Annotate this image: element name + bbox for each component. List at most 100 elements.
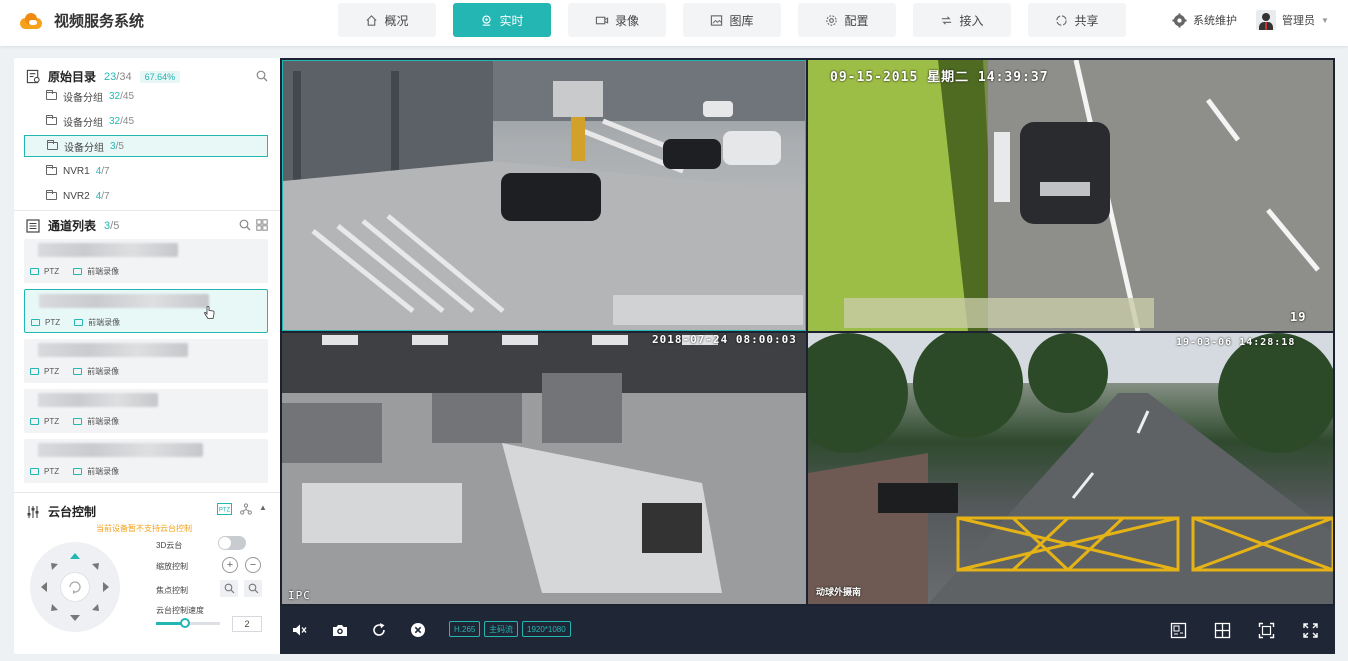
user-menu[interactable]: 管理员 ▼ <box>1256 10 1329 30</box>
fullscreen-button[interactable] <box>1300 620 1320 640</box>
stream-badge[interactable]: 主码流 <box>484 621 518 637</box>
home-icon <box>366 14 378 26</box>
app-title: 视频服务系统 <box>54 13 145 30</box>
directory-title: 原始目录 <box>48 70 97 84</box>
search-icon[interactable] <box>239 219 251 231</box>
ptz-title: 云台控制 <box>48 505 97 519</box>
camera-feed-road <box>808 333 1333 604</box>
left-panel: 原始目录 23/34 67.64% 设备分组 32/45 设备分组 32/45 … <box>14 58 280 654</box>
nav-label: 实时 <box>499 13 524 28</box>
fit-screen-button[interactable] <box>1256 620 1276 640</box>
tree-item-nvr1[interactable]: NVR1 4/7 <box>24 160 268 182</box>
ptz-center-button[interactable] <box>60 572 90 602</box>
top-header: 视频服务系统 概况 实时 录像 图库 配置 接入 共享 系统维护 管理员 ▼ <box>0 0 1348 46</box>
chevron-down-icon: ▼ <box>1321 15 1329 25</box>
camera-icon <box>333 625 347 636</box>
user-name: 管理员 <box>1282 15 1315 27</box>
plus-icon: + <box>226 558 234 571</box>
search-icon[interactable] <box>256 70 268 82</box>
record-tag: 前端录像 <box>88 318 121 327</box>
ptz-mode-icon[interactable]: PTZ <box>217 503 232 515</box>
channel-item[interactable]: PTZ 前端录像 <box>24 439 268 483</box>
redacted-channel-name <box>38 343 188 357</box>
tree-item-group-2[interactable]: 设备分组 32/45 <box>24 110 268 132</box>
gear-icon <box>1172 12 1187 28</box>
nav-item-config[interactable]: 配置 <box>798 3 896 37</box>
ptz-icon <box>30 268 39 275</box>
nav-item-realtime[interactable]: 实时 <box>453 3 551 37</box>
nav-label: 录像 <box>614 13 639 28</box>
record-tag: 前端录像 <box>87 267 120 276</box>
layout-single-button[interactable] <box>1168 620 1188 640</box>
redacted-channel-name <box>39 294 209 308</box>
nav-item-access[interactable]: 接入 <box>913 3 1011 37</box>
redacted-channel-name <box>38 393 158 407</box>
video-camera-icon <box>595 16 609 24</box>
video-cell-3[interactable]: 2018-07-24 08:00:03 IPC <box>282 333 806 604</box>
main-nav: 概况 实时 录像 图库 配置 接入 共享 <box>338 3 1143 37</box>
record-tag: 前端录像 <box>87 367 120 376</box>
video-cell-2[interactable]: 09-15-2015 星期二 14:39:37 19 <box>808 60 1333 331</box>
nav-label: 图库 <box>729 13 754 28</box>
snapshot-button[interactable] <box>330 620 350 640</box>
svg-text:PTZ: PTZ <box>219 508 231 514</box>
nav-item-share[interactable]: 共享 <box>1028 3 1126 37</box>
video-cell-4[interactable]: 19-03-06 14:28:18 动球外摄南 <box>808 333 1333 604</box>
connect-icon <box>942 15 952 25</box>
system-maintenance-button[interactable]: 系统维护 <box>1172 12 1237 28</box>
network-icon[interactable] <box>240 503 252 515</box>
focus-far-button[interactable] <box>244 580 262 597</box>
focus-near-button[interactable] <box>220 580 238 597</box>
folder-icon <box>46 115 57 125</box>
3d-ptz-toggle[interactable] <box>218 536 246 550</box>
collapse-up-icon[interactable]: ▲ <box>259 503 267 512</box>
osd-timestamp: 09-15-2015 星期二 14:39:37 <box>830 70 1049 85</box>
ptz-tag: PTZ <box>44 417 60 426</box>
mute-button[interactable] <box>290 620 310 640</box>
osd-camera-label: IPC <box>288 589 311 602</box>
slider-handle[interactable] <box>179 618 190 628</box>
osd-camera-label: 动球外摄南 <box>816 588 862 598</box>
folder-icon <box>47 140 58 150</box>
channel-item[interactable]: PTZ 前端录像 <box>24 289 268 333</box>
ptz-speed-slider[interactable] <box>156 618 220 628</box>
record-icon <box>73 468 83 475</box>
grid-view-icon[interactable] <box>256 219 268 231</box>
avatar <box>1256 10 1276 30</box>
ptz-icon <box>31 319 40 326</box>
record-icon <box>73 418 83 425</box>
channel-item[interactable]: PTZ 前端录像 <box>24 339 268 383</box>
app-logo[interactable]: 视频服务系统 <box>18 10 144 31</box>
nav-label: 共享 <box>1074 13 1099 28</box>
directory-icon <box>26 69 40 84</box>
tree-item-group-3[interactable]: 设备分组 3/5 <box>24 135 268 157</box>
rotate-icon <box>69 581 81 594</box>
video-toolbar: H.265 主码流 1920*1080 <box>280 606 1335 654</box>
label-ptz-speed: 云台控制速度 <box>156 606 204 615</box>
system-maintenance-label: 系统维护 <box>1193 15 1237 27</box>
zoom-out-button[interactable]: − <box>245 557 261 573</box>
layout-grid-button[interactable] <box>1212 620 1232 640</box>
directory-percent-badge: 67.64% <box>139 70 181 83</box>
speaker-mute-icon <box>293 624 307 636</box>
label-focus-control: 焦点控制 <box>156 586 188 595</box>
refresh-button[interactable] <box>369 620 389 640</box>
nav-item-recording[interactable]: 录像 <box>568 3 666 37</box>
grid-layout-icon <box>1214 622 1230 638</box>
nav-item-gallery[interactable]: 图库 <box>683 3 781 37</box>
channel-item[interactable]: PTZ 前端录像 <box>24 239 268 283</box>
video-cell-1[interactable] <box>282 60 806 331</box>
channel-item[interactable]: PTZ 前端录像 <box>24 389 268 433</box>
zoom-in-button[interactable]: + <box>222 557 238 573</box>
ptz-tag: PTZ <box>44 467 60 476</box>
ptz-direction-pad[interactable] <box>30 542 120 632</box>
ptz-speed-input[interactable]: 2 <box>232 616 262 632</box>
close-stream-button[interactable] <box>408 620 428 640</box>
channel-list-header: 通道列表 3/5 <box>26 217 119 234</box>
ptz-tag: PTZ <box>45 318 61 327</box>
tree-item-group-1[interactable]: 设备分组 32/45 <box>24 85 268 107</box>
record-icon <box>74 319 84 326</box>
tree-item-nvr2[interactable]: NVR2 4/7 <box>24 185 268 207</box>
ptz-icon <box>30 368 39 375</box>
nav-item-overview[interactable]: 概况 <box>338 3 436 37</box>
